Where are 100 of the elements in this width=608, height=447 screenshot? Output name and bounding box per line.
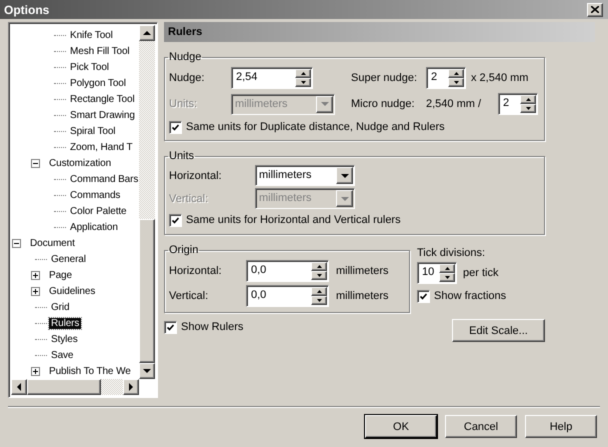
dialog-button[interactable]: Help — [525, 415, 597, 438]
checkbox[interactable] — [417, 290, 430, 302]
scroll-thumb[interactable] — [139, 219, 155, 363]
spin-up-button[interactable] — [520, 95, 536, 104]
dropdown[interactable]: millimeters — [255, 165, 355, 186]
up-arrow-icon — [526, 98, 530, 101]
tree-item[interactable]: Rulers — [49, 318, 82, 328]
collapse-icon[interactable] — [12, 238, 21, 248]
vertical-scrollbar[interactable] — [139, 25, 155, 379]
tree-item[interactable]: Grid — [49, 302, 72, 312]
group-title: Units — [168, 150, 196, 162]
dropdown-button[interactable] — [336, 167, 353, 184]
checkbox-label: Show Rulers — [181, 321, 244, 333]
unit-text: millimeters — [336, 264, 389, 276]
caret-icon — [320, 102, 328, 106]
tree-item[interactable]: Customization — [47, 158, 114, 168]
checkbox[interactable] — [169, 120, 182, 134]
right-arrow-icon — [129, 383, 133, 391]
down-arrow-icon — [316, 298, 322, 302]
tree-item[interactable]: Command Bars — [68, 174, 139, 184]
down-arrow-icon — [454, 81, 458, 84]
unit-text: millimeters — [336, 290, 389, 302]
tree-item[interactable]: Styles — [49, 334, 80, 344]
spin-up-button[interactable] — [439, 264, 455, 272]
unit-text: x 2,540 mm — [471, 72, 528, 84]
close-button[interactable] — [587, 2, 603, 16]
spin-box[interactable]: 0,0 — [246, 284, 329, 306]
tree-item[interactable]: Save — [49, 350, 76, 360]
left-arrow-icon — [17, 383, 21, 391]
tree-item[interactable]: Application — [68, 222, 120, 232]
tree-item[interactable]: Rectangle Tool — [68, 94, 137, 104]
caret-icon — [340, 196, 348, 200]
check-icon — [167, 324, 174, 330]
down-arrow-icon — [300, 81, 306, 84]
down-arrow-icon — [526, 107, 530, 110]
close-icon — [591, 6, 599, 13]
checkbox[interactable] — [169, 214, 182, 226]
spin-box[interactable]: 0,0 — [246, 260, 329, 282]
field-label: Vertical: — [169, 192, 210, 204]
tree-item[interactable]: Mesh Fill Tool — [68, 46, 132, 56]
horizontal-scrollbar[interactable] — [11, 379, 139, 395]
field-label: Tick divisions: — [417, 247, 486, 259]
group-title: Origin — [168, 244, 200, 256]
scroll-up-button[interactable] — [139, 25, 155, 41]
check-icon — [172, 124, 179, 130]
group-title: Nudge — [168, 51, 202, 63]
spin-up-button[interactable] — [311, 286, 327, 296]
tree-item[interactable]: Commands — [68, 190, 122, 200]
spin-down-button[interactable] — [295, 78, 311, 87]
down-arrow-icon — [444, 276, 450, 278]
up-arrow-icon — [316, 290, 322, 292]
tree-item[interactable]: Color Palette — [68, 206, 129, 216]
checkbox-label: Same units for Horizontal and Vertical rulers — [186, 214, 401, 226]
tree-item[interactable]: General — [49, 254, 88, 264]
spin-box[interactable]: 2 — [498, 93, 538, 115]
tree-item[interactable]: Knife Tool — [68, 30, 115, 40]
tree-item[interactable]: Pick Tool — [68, 62, 111, 72]
field-label: Super nudge: — [351, 72, 418, 84]
spin-box[interactable]: 2 — [426, 67, 466, 89]
expand-icon[interactable] — [31, 270, 40, 280]
tree-item[interactable]: Zoom, Hand T — [68, 142, 135, 152]
field-label: Horizontal: — [169, 264, 223, 276]
tree-item[interactable]: Document — [28, 238, 77, 248]
spin-up-button[interactable] — [448, 69, 464, 78]
up-arrow-icon — [316, 264, 322, 268]
tree-item[interactable]: Page — [47, 270, 74, 280]
field-label: Nudge: — [169, 72, 206, 84]
unit-text: per tick — [463, 266, 498, 278]
scroll-left-button[interactable] — [11, 379, 27, 395]
edit-scale-button[interactable]: Edit Scale... — [452, 319, 545, 342]
dialog-button[interactable]: OK — [365, 415, 437, 438]
spin-up-button[interactable] — [295, 69, 311, 78]
check-icon — [420, 292, 427, 300]
tree-item[interactable]: Smart Drawing — [68, 110, 137, 120]
spin-down-button[interactable] — [520, 104, 536, 113]
tree-item[interactable]: Publish To The We — [47, 366, 133, 376]
collapse-icon[interactable] — [31, 158, 40, 168]
scroll-down-button[interactable] — [139, 363, 155, 379]
window-title: Options — [4, 2, 50, 16]
field-label: Micro nudge: — [351, 98, 416, 110]
dialog-button[interactable]: Cancel — [445, 415, 517, 438]
spin-down-button[interactable] — [448, 78, 464, 87]
expand-icon[interactable] — [31, 286, 40, 296]
caret-icon — [340, 174, 348, 178]
tree-item[interactable]: Polygon Tool — [68, 78, 128, 88]
tree-item[interactable]: Guidelines — [47, 286, 98, 296]
spin-up-button[interactable] — [311, 262, 327, 270]
scroll-right-button[interactable] — [123, 379, 139, 395]
spin-box[interactable]: 2,54 — [231, 67, 313, 89]
field-label: Horizontal: — [169, 170, 223, 182]
up-arrow-icon — [444, 266, 450, 270]
up-arrow-icon — [454, 72, 458, 75]
expand-icon[interactable] — [31, 366, 40, 376]
checkbox[interactable] — [164, 320, 177, 334]
tree-item[interactable]: Spiral Tool — [68, 126, 118, 136]
check-icon — [172, 216, 179, 224]
checkbox-label: Show fractions — [434, 290, 506, 302]
spin-box[interactable]: 10 — [417, 262, 457, 284]
scroll-thumb[interactable] — [27, 379, 101, 395]
field-label: Units: — [169, 98, 198, 110]
